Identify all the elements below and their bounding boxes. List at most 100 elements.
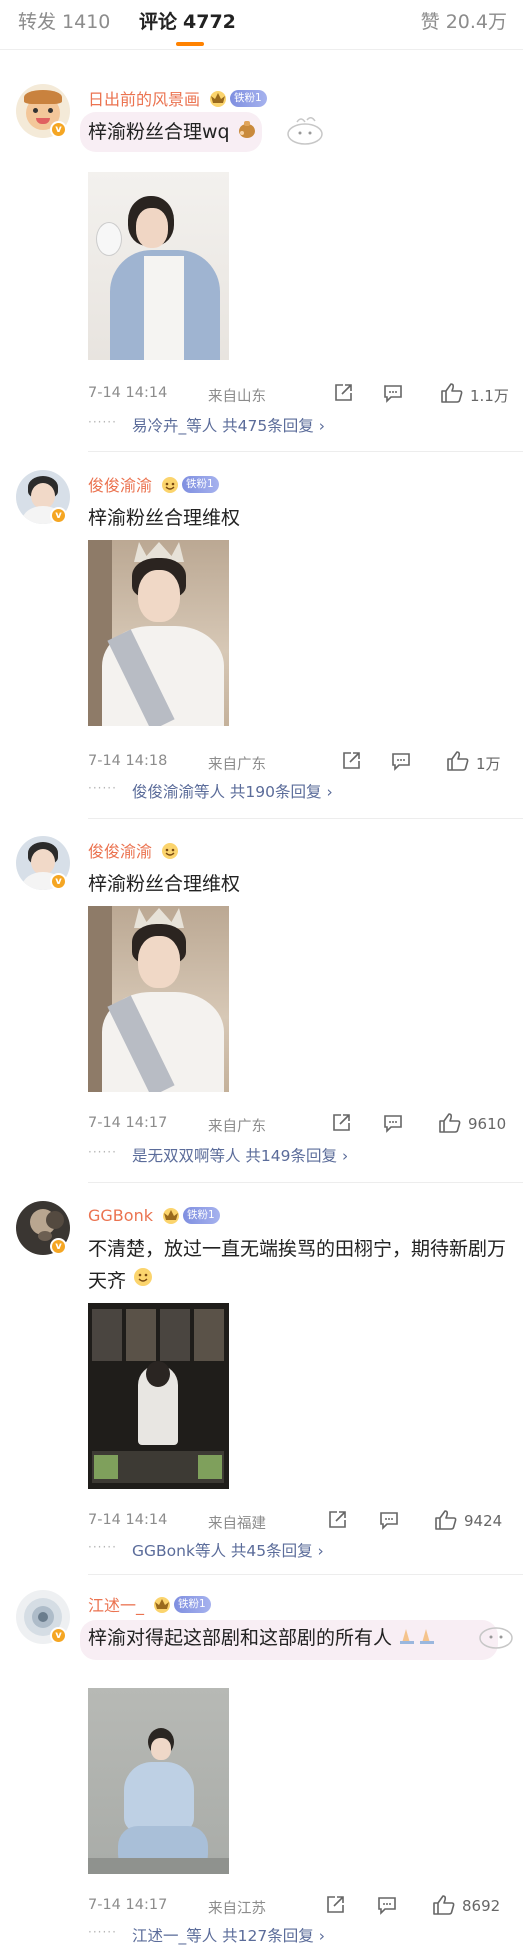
replies-summary: GGBonk等人 共45条回复 › [132, 1542, 324, 1560]
tab-repost[interactable]: 转发 1410 [18, 10, 110, 34]
replies-link[interactable]: ······ 俊俊渝渝等人 共190条回复 › [88, 778, 418, 804]
tab-comment-label: 评论 [139, 11, 178, 33]
like-icon[interactable] [446, 750, 470, 774]
comment-text-content: 梓渝粉丝合理wq [88, 121, 230, 143]
comment-item: v 江述一_ 铁粉1 梓渝对得起这部剧和这部剧的所有人 7-14 14:17 来… [0, 1590, 523, 1954]
comment-meta: 7-14 14:14 来自福建 9424 [88, 1509, 508, 1533]
verified-icon: v [50, 507, 67, 524]
comment-image[interactable] [88, 540, 229, 726]
comment-text-content: 梓渝粉丝合理维权 [88, 873, 241, 895]
comment-image[interactable] [88, 1688, 229, 1874]
tab-comment-count: 4772 [183, 11, 236, 33]
comment-location: 来自江苏 [208, 1901, 266, 1917]
replies-dots: ······ [88, 1145, 117, 1159]
comment-text: 梓渝粉丝合理维权 [88, 868, 508, 900]
divider [88, 1182, 523, 1183]
share-icon[interactable] [324, 1894, 346, 1918]
like-count: 9610 [468, 1115, 507, 1133]
comment-text-content: 梓渝粉丝合理维权 [88, 507, 241, 529]
fan-badge: 铁粉1 [174, 1595, 211, 1613]
user-line: 俊俊渝渝 [88, 838, 180, 862]
verified-icon: v [50, 121, 67, 138]
replies-summary: 江述一_等人 共127条回复 › [132, 1927, 325, 1945]
user-line: 俊俊渝渝 铁粉1 [88, 472, 219, 496]
emoji-icon [132, 1266, 154, 1298]
comment-text: 梓渝粉丝合理维权 [88, 502, 508, 534]
username[interactable]: 俊俊渝渝 [88, 472, 152, 496]
comment-location: 来自广东 [208, 757, 266, 773]
sticker-cloud-icon [287, 117, 323, 145]
like-icon[interactable] [440, 382, 464, 406]
replies-summary: 易冷卉_等人 共475条回复 › [132, 417, 325, 435]
verified-icon: v [50, 1238, 67, 1255]
verified-icon: v [50, 1627, 67, 1644]
username[interactable]: 俊俊渝渝 [88, 838, 152, 862]
replies-dots: ······ [88, 1540, 117, 1554]
tab-like[interactable]: 赞 20.4万 [421, 10, 507, 34]
comment-icon[interactable] [376, 1894, 398, 1918]
comment-meta: 7-14 14:17 来自江苏 8692 [88, 1894, 508, 1918]
comment-icon[interactable] [382, 1112, 404, 1136]
share-icon[interactable] [326, 1509, 348, 1533]
replies-dots: ······ [88, 415, 117, 429]
comment-image[interactable] [88, 172, 229, 360]
comment-time: 7-14 14:17 [88, 1115, 168, 1131]
share-icon[interactable] [330, 1112, 352, 1136]
tab-like-label: 赞 [420, 11, 440, 33]
like-count: 1.1万 [470, 387, 509, 405]
comment-meta: 7-14 14:18 来自广东 1万 [88, 750, 508, 774]
replies-link[interactable]: ······ 易冷卉_等人 共475条回复 › [88, 412, 418, 438]
username[interactable]: 日出前的风景画 [88, 86, 200, 110]
comment-meta: 7-14 14:17 来自广东 9610 [88, 1112, 508, 1136]
share-icon[interactable] [332, 382, 354, 406]
crown-icon [160, 475, 180, 493]
tab-repost-count: 1410 [62, 11, 111, 33]
like-icon[interactable] [438, 1112, 462, 1136]
replies-link[interactable]: ······ GGBonk等人 共45条回复 › [88, 1537, 418, 1563]
replies-summary: 是无双双啊等人 共149条回复 › [132, 1147, 349, 1165]
comment-text-content: 梓渝对得起这部剧和这部剧的所有人 [88, 1627, 393, 1649]
comment-icon[interactable] [378, 1509, 400, 1533]
comment-time: 7-14 14:17 [88, 1897, 168, 1913]
replies-dots: ······ [88, 781, 117, 795]
replies-link[interactable]: ······ 是无双双啊等人 共149条回复 › [88, 1142, 418, 1168]
share-icon[interactable] [340, 750, 362, 774]
comment-image[interactable] [88, 906, 229, 1092]
tab-like-count: 20.4万 [445, 11, 507, 33]
fan-badge: 铁粉1 [230, 89, 267, 107]
comment-item: v GGBonk 铁粉1 不清楚，放过一直无端挨骂的田栩宁，期待新剧万天齐 7-… [0, 1201, 523, 1573]
divider [88, 818, 523, 819]
user-line: 日出前的风景画 铁粉1 [88, 86, 267, 110]
comment-icon[interactable] [390, 750, 412, 774]
comment-text: 梓渝对得起这部剧和这部剧的所有人 [88, 1622, 508, 1655]
like-icon[interactable] [432, 1894, 456, 1918]
fan-badge: 铁粉1 [182, 1206, 220, 1224]
bag-emoji-icon [236, 117, 258, 149]
sticker-cloud-icon [479, 1627, 513, 1649]
comment-time: 7-14 14:14 [88, 385, 168, 401]
comment-time: 7-14 14:18 [88, 753, 168, 769]
fan-badge: 铁粉1 [182, 475, 219, 493]
comment-location: 来自福建 [208, 1516, 266, 1532]
username[interactable]: 江述一_ [88, 1592, 144, 1616]
comment-icon[interactable] [382, 382, 404, 406]
like-icon[interactable] [434, 1509, 458, 1533]
crown-icon [161, 1206, 181, 1224]
comment-item: v 日出前的风景画 铁粉1 梓渝粉丝合理wq 7-14 14:14 来自山东 1… [0, 84, 523, 450]
like-count: 1万 [476, 755, 501, 773]
user-line: GGBonk 铁粉1 [88, 1203, 220, 1227]
tab-comment[interactable]: 评论 4772 [139, 10, 236, 34]
replies-link[interactable]: ······ 江述一_等人 共127条回复 › [88, 1922, 418, 1948]
tab-bar: 转发 1410 评论 4772 赞 20.4万 [0, 0, 523, 50]
divider [88, 1574, 523, 1575]
comment-text: 不清楚，放过一直无端挨骂的田栩宁，期待新剧万天齐 [88, 1233, 508, 1298]
comment-meta: 7-14 14:14 来自山东 1.1万 [88, 382, 509, 406]
comment-image[interactable] [88, 1303, 229, 1489]
user-line: 江述一_ 铁粉1 [88, 1592, 211, 1616]
replies-summary: 俊俊渝渝等人 共190条回复 › [132, 783, 333, 801]
username[interactable]: GGBonk [88, 1206, 153, 1225]
comment-time: 7-14 14:14 [88, 1512, 168, 1528]
like-count: 9424 [464, 1512, 503, 1530]
crown-icon [152, 1595, 172, 1613]
tab-active-indicator [176, 42, 204, 46]
